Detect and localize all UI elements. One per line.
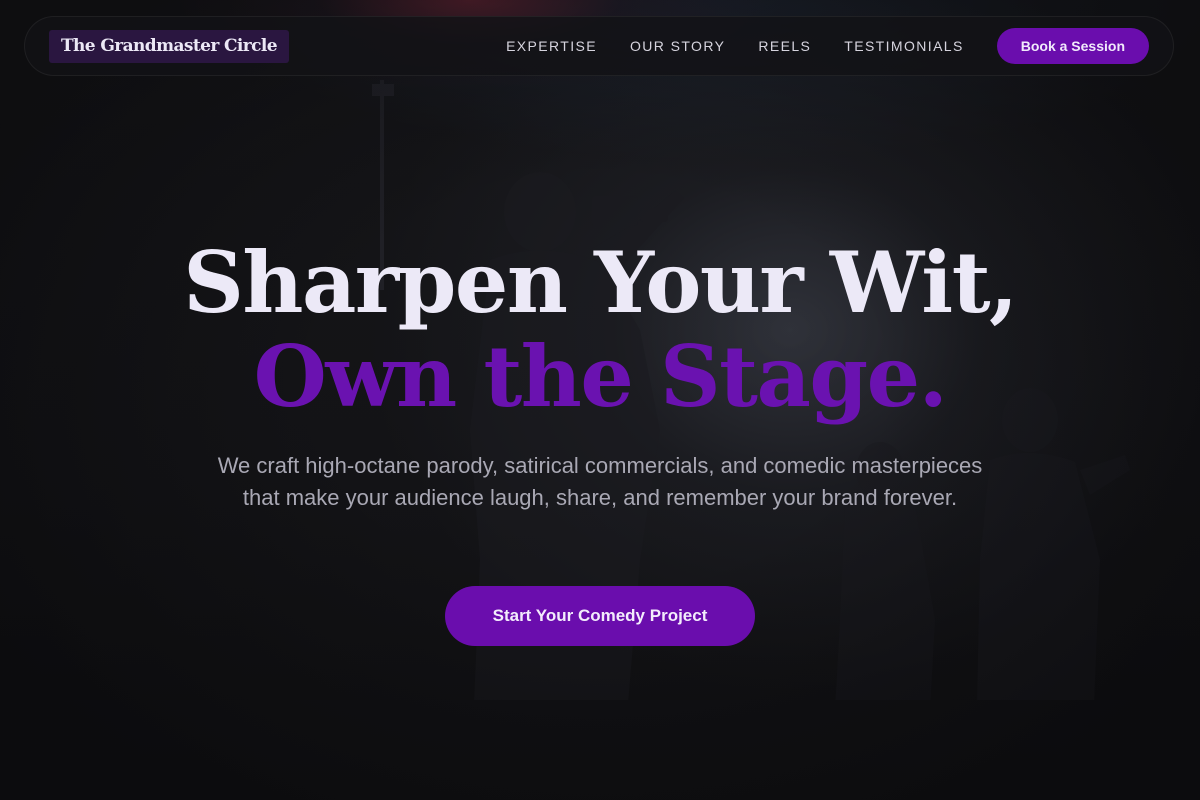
hero-subtext: We craft high-octane parody, satirical c…	[217, 453, 983, 510]
book-session-button[interactable]: Book a Session	[996, 28, 1149, 64]
brand-logo[interactable]: The Grandmaster Circle	[49, 29, 289, 63]
start-comedy-project-button[interactable]: Start Your Comedy Project	[445, 586, 755, 646]
nav-link-reels[interactable]: REELS	[758, 38, 811, 54]
nav-link-testimonials[interactable]: TESTIMONIALS	[844, 38, 963, 54]
hero-headline: Sharpen Your Wit, Own the Stage.	[0, 236, 1200, 424]
nav-menu: EXPERTISE OUR STORY REELS TESTIMONIALS B…	[506, 28, 1149, 64]
hero-headline-line2: Own the Stage.	[253, 327, 948, 426]
hero-headline-line1: Sharpen Your Wit,	[183, 233, 1018, 332]
hero-section: The Grandmaster Circle EXPERTISE OUR STO…	[0, 0, 1200, 800]
main-navbar: The Grandmaster Circle EXPERTISE OUR STO…	[24, 16, 1174, 76]
nav-link-expertise[interactable]: EXPERTISE	[506, 38, 597, 54]
nav-link-our-story[interactable]: OUR STORY	[630, 38, 725, 54]
